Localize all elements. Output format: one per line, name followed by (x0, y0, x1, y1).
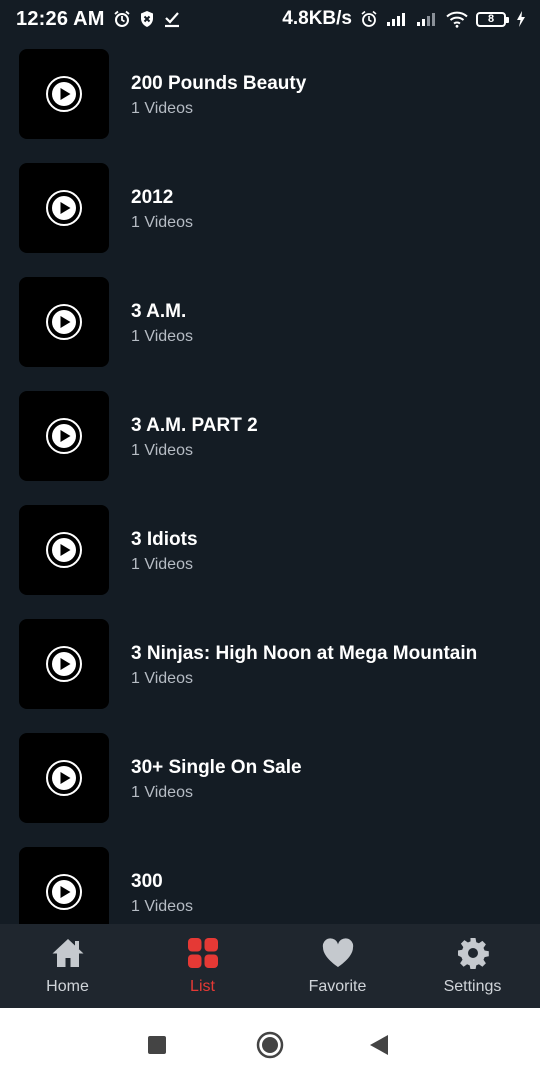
item-count: 1 Videos (131, 100, 193, 117)
status-time: 12:26 AM (16, 7, 105, 30)
shield-icon (139, 10, 155, 28)
item-title: 3 Idiots (131, 529, 198, 550)
status-right: 4.8KB/s 8 (282, 8, 526, 30)
list-item[interactable]: 3 Ninjas: High Noon at Mega Mountain 1 V… (0, 608, 540, 722)
thumbnail[interactable] (19, 163, 109, 253)
thumbnail[interactable] (19, 391, 109, 481)
nav-label: Favorite (308, 978, 367, 995)
check-download-icon (163, 10, 181, 28)
item-title: 300 (131, 871, 163, 892)
item-count: 1 Videos (131, 214, 193, 231)
play-icon (46, 418, 82, 454)
item-count: 1 Videos (131, 784, 193, 801)
nav-list[interactable]: List (135, 924, 270, 1008)
thumbnail[interactable] (19, 619, 109, 709)
item-count: 1 Videos (131, 328, 193, 345)
item-title: 3 Ninjas: High Noon at Mega Mountain (131, 643, 478, 664)
item-title: 2012 (131, 187, 174, 208)
thumbnail[interactable] (19, 733, 109, 823)
item-count: 1 Videos (131, 556, 193, 573)
nav-label: Home (46, 978, 89, 995)
gear-icon (457, 936, 489, 970)
thumbnail[interactable] (19, 505, 109, 595)
play-icon (46, 646, 82, 682)
back-button[interactable] (370, 1035, 388, 1060)
battery-level: 8 (487, 13, 495, 25)
recents-button[interactable] (148, 1036, 166, 1059)
nav-settings[interactable]: Settings (405, 924, 540, 1008)
network-speed: 4.8KB/s (282, 8, 352, 29)
play-icon (46, 760, 82, 796)
list-item[interactable]: 200 Pounds Beauty 1 Videos (0, 38, 540, 152)
circle-icon (256, 1031, 284, 1059)
play-icon (46, 76, 82, 112)
system-navigation-bar (0, 1008, 540, 1080)
item-count: 1 Videos (131, 442, 193, 459)
home-icon (51, 936, 85, 970)
list-item[interactable]: 2012 1 Videos (0, 152, 540, 266)
list-item[interactable]: 300 1 Videos (0, 836, 540, 924)
play-icon (46, 304, 82, 340)
home-button[interactable] (256, 1031, 284, 1064)
status-bar: 12:26 AM 4.8KB/s 8 (0, 0, 540, 38)
heart-icon (321, 936, 355, 970)
item-title: 3 A.M. PART 2 (131, 415, 258, 436)
item-title: 3 A.M. (131, 301, 187, 322)
bottom-navigation: Home List Favorite Settings (0, 924, 540, 1008)
battery-icon: 8 (476, 11, 509, 27)
charging-icon (516, 11, 526, 27)
alarm-icon (113, 10, 131, 28)
alarm-icon (360, 10, 378, 28)
item-count: 1 Videos (131, 898, 193, 915)
nav-favorite[interactable]: Favorite (270, 924, 405, 1008)
grid-icon (187, 936, 219, 970)
item-count: 1 Videos (131, 670, 193, 687)
thumbnail[interactable] (19, 49, 109, 139)
item-title: 30+ Single On Sale (131, 757, 302, 778)
list-item[interactable]: 3 A.M. PART 2 1 Videos (0, 380, 540, 494)
list-item[interactable]: 3 Idiots 1 Videos (0, 494, 540, 608)
back-triangle-icon (370, 1035, 388, 1055)
play-icon (46, 532, 82, 568)
thumbnail[interactable] (19, 277, 109, 367)
item-title: 200 Pounds Beauty (131, 73, 307, 94)
video-folder-list[interactable]: 200 Pounds Beauty 1 Videos 2012 1 Videos… (0, 38, 540, 924)
thumbnail[interactable] (19, 847, 109, 924)
nav-label: Settings (443, 978, 502, 995)
wifi-icon (446, 11, 468, 28)
list-item[interactable]: 3 A.M. 1 Videos (0, 266, 540, 380)
signal-icon (386, 11, 408, 27)
square-icon (148, 1036, 166, 1054)
status-left: 12:26 AM (16, 8, 181, 31)
signal-icon (416, 11, 438, 27)
play-icon (46, 190, 82, 226)
play-icon (46, 874, 82, 910)
list-item[interactable]: 30+ Single On Sale 1 Videos (0, 722, 540, 836)
nav-label: List (190, 978, 215, 995)
nav-home[interactable]: Home (0, 924, 135, 1008)
